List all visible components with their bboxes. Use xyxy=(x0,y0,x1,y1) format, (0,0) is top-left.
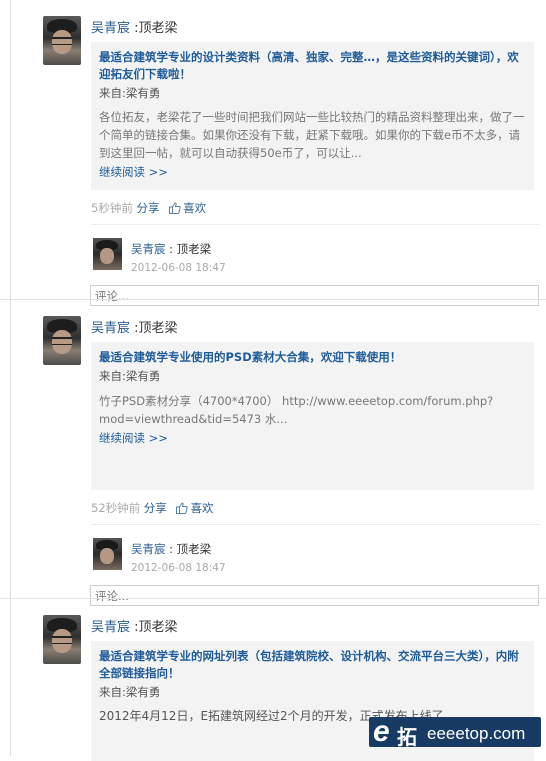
source-author-link[interactable]: 梁有勇 xyxy=(126,685,161,699)
reply-author-link[interactable]: 吴青宸 xyxy=(131,542,166,556)
feed-post: 吴青宸 :顶老梁 最适合建筑学专业使用的PSD素材大合集，欢迎下载使用！ 来自:… xyxy=(0,299,546,606)
post-timestamp: 52秒钟前 xyxy=(91,501,141,515)
post-author-link[interactable]: 吴青宸 xyxy=(91,620,130,635)
read-more-link[interactable]: 继续阅读 >> xyxy=(99,430,168,446)
share-button[interactable]: 分享 xyxy=(144,501,167,515)
article-source: 来自:梁有勇 xyxy=(99,85,160,101)
watermark-logo-cn: 拓 xyxy=(397,727,417,749)
thumbs-up-icon[interactable] xyxy=(176,502,189,514)
read-more-link[interactable]: 继续阅读 >> xyxy=(99,164,168,180)
eeeetop-watermark: e 拓 eeeetop.com xyxy=(369,715,541,749)
reply-timestamp: 2012-06-08 18:47 xyxy=(131,562,226,574)
reply-content: 吴青宸 : 顶老梁 xyxy=(131,541,211,557)
reply-avatar[interactable] xyxy=(93,238,122,270)
article-excerpt: 各位拓友，老梁花了一些时间把我们网站一些比较热门的精品资料整理出来，做了一个简单… xyxy=(99,110,525,160)
feed-post: 吴青宸 :顶老梁 最适合建筑学专业的设计类资料（高清、独家、完整…，是这些资料的… xyxy=(0,0,546,306)
source-label: 来自: xyxy=(99,86,126,100)
watermark-url: eeeetop.com xyxy=(427,724,526,743)
reply-timestamp: 2012-06-08 18:47 xyxy=(131,262,226,274)
like-button[interactable]: 喜欢 xyxy=(183,201,206,215)
activity-feed: 吴青宸 :顶老梁 最适合建筑学专业的设计类资料（高清、独家、完整…，是这些资料的… xyxy=(0,0,546,761)
reply-text: : 顶老梁 xyxy=(169,542,212,556)
article-title-link[interactable]: 最适合建筑学专业的设计类资料（高清、独家、完整…，是这些资料的关键词），欢迎拓友… xyxy=(99,49,529,83)
post-header-text: :顶老梁 xyxy=(130,21,178,36)
watermark-logo-e: e xyxy=(373,715,390,748)
post-header-text: :顶老梁 xyxy=(130,620,178,635)
post-header: 吴青宸 :顶老梁 xyxy=(91,616,178,635)
shared-article-card: 最适合建筑学专业的设计类资料（高清、独家、完整…，是这些资料的关键词），欢迎拓友… xyxy=(91,42,534,190)
article-title-link[interactable]: 最适合建筑学专业使用的PSD素材大合集，欢迎下载使用！ xyxy=(99,349,529,366)
user-avatar[interactable] xyxy=(43,16,81,65)
reply-content: 吴青宸 : 顶老梁 xyxy=(131,241,211,257)
like-button[interactable]: 喜欢 xyxy=(190,501,213,515)
reply-text: : 顶老梁 xyxy=(169,242,212,256)
article-source: 来自:梁有勇 xyxy=(99,368,160,384)
article-title-link[interactable]: 最适合建筑学专业的网址列表（包括建筑院校、设计机构、交流平台三大类），内附全部链… xyxy=(99,648,529,682)
source-author-link[interactable]: 梁有勇 xyxy=(126,86,161,100)
user-avatar[interactable] xyxy=(43,615,81,664)
share-button[interactable]: 分享 xyxy=(136,201,159,215)
user-avatar[interactable] xyxy=(43,316,81,365)
article-excerpt: 竹子PSD素材分享（4700*4700） http://www.eeeetop.… xyxy=(99,394,494,426)
post-actions: 52秒钟前 分享 喜欢 xyxy=(91,500,213,516)
post-header: 吴青宸 :顶老梁 xyxy=(91,17,178,36)
post-header-text: :顶老梁 xyxy=(130,321,178,336)
post-actions: 5秒钟前 分享 喜欢 xyxy=(91,200,206,216)
reply-avatar[interactable] xyxy=(93,538,122,570)
source-label: 来自: xyxy=(99,369,126,383)
shared-article-card: 最适合建筑学专业使用的PSD素材大合集，欢迎下载使用！ 来自:梁有勇 竹子PSD… xyxy=(91,342,534,490)
divider xyxy=(91,224,540,225)
post-header: 吴青宸 :顶老梁 xyxy=(91,317,178,336)
divider xyxy=(91,524,540,525)
post-author-link[interactable]: 吴青宸 xyxy=(91,321,130,336)
thumbs-up-icon[interactable] xyxy=(169,202,181,214)
source-author-link[interactable]: 梁有勇 xyxy=(126,369,161,383)
post-author-link[interactable]: 吴青宸 xyxy=(91,21,130,36)
source-label: 来自: xyxy=(99,685,126,699)
article-source: 来自:梁有勇 xyxy=(99,684,160,700)
post-timestamp: 5秒钟前 xyxy=(91,201,133,215)
reply-author-link[interactable]: 吴青宸 xyxy=(131,242,166,256)
